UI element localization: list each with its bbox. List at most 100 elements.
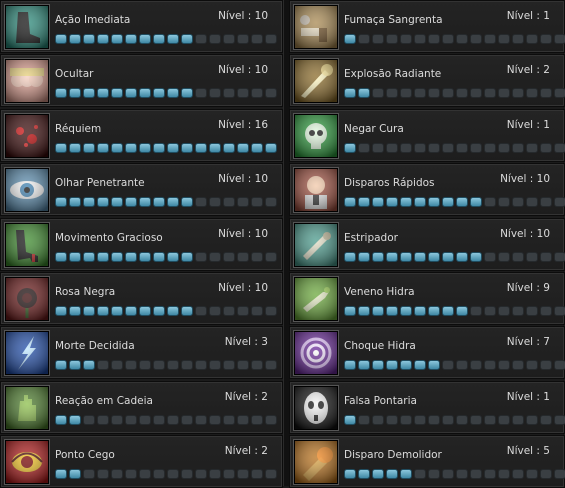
fire-bullet-icon[interactable] [294, 440, 338, 485]
skill-row[interactable]: Morte Decidida Nível : 3 [0, 326, 283, 380]
level-pip-empty [83, 414, 95, 425]
level-pip-filled [386, 251, 398, 262]
skill-row[interactable]: Disparos Rápidos Nível : 10 [289, 163, 565, 217]
skill-name: Réquiem [55, 122, 102, 135]
skill-row[interactable]: Olhar Penetrante Nível : 10 [0, 163, 283, 217]
level-pip-empty [139, 469, 151, 480]
level-pip-filled [237, 142, 249, 153]
level-pip-empty [223, 360, 235, 371]
skill-row[interactable]: Movimento Gracioso Nível : 10 [0, 217, 283, 271]
level-pip-empty [265, 34, 277, 44]
level-pip-empty [386, 142, 398, 153]
level-pip-filled [55, 197, 67, 208]
level-pip-filled [83, 34, 95, 44]
high-heel-icon[interactable] [5, 222, 49, 267]
white-mask-icon[interactable] [294, 385, 338, 430]
level-pip-filled [456, 306, 468, 316]
level-pip-empty [358, 414, 370, 425]
skill-row[interactable]: Réquiem Nível : 16 [0, 108, 283, 162]
skill-level: Nível : 16 [218, 118, 268, 131]
black-boot-icon[interactable] [5, 5, 49, 49]
skill-row[interactable]: Reação em Cadeia Nível : 2 [0, 380, 283, 434]
skill-level: Nível : 10 [500, 227, 550, 240]
level-pip-empty [414, 414, 426, 425]
skill-row[interactable]: Negar Cura Nível : 1 [289, 108, 565, 162]
red-splatter-icon[interactable] [5, 113, 49, 158]
level-pip-empty [251, 306, 263, 316]
level-pip-filled [414, 360, 426, 371]
level-pip-filled [111, 197, 123, 208]
gunman-icon[interactable] [294, 168, 338, 213]
level-pip-empty [181, 414, 193, 425]
level-pip-filled [55, 414, 67, 425]
level-pip-empty [442, 360, 454, 371]
level-pip-empty [251, 251, 263, 262]
level-pip-filled [209, 142, 221, 153]
level-pip-filled [181, 142, 193, 153]
level-pip-empty [358, 142, 370, 153]
skill-row[interactable]: Veneno Hidra Nível : 9 [289, 272, 565, 325]
skill-row[interactable]: Falsa Pontaria Nível : 1 [289, 380, 565, 434]
level-pip-empty [540, 197, 552, 208]
level-pip-filled [358, 469, 370, 480]
skill-row[interactable]: Choque Hidra Nível : 7 [289, 326, 565, 380]
level-pip-empty [414, 142, 426, 153]
level-pip-bar [55, 34, 277, 44]
level-pip-filled [470, 197, 482, 208]
skill-row[interactable]: Fumaça Sangrenta Nível : 1 [289, 0, 565, 53]
level-pip-empty [195, 197, 207, 208]
level-pip-empty [512, 34, 524, 44]
level-pip-filled [153, 34, 165, 44]
level-pip-bar [344, 469, 565, 480]
skill-name: Estripador [344, 231, 398, 244]
level-pip-filled [400, 306, 412, 316]
skill-name: Movimento Gracioso [55, 231, 163, 244]
skill-row[interactable]: Disparo Demolidor Nível : 5 [289, 435, 565, 488]
level-pip-filled [344, 88, 356, 99]
level-pip-filled [414, 306, 426, 316]
eye-icon[interactable] [5, 168, 49, 213]
level-pip-empty [125, 414, 137, 425]
level-pip-empty [456, 360, 468, 371]
smoking-gun-icon[interactable] [294, 5, 338, 49]
purple-spiral-icon[interactable] [294, 331, 338, 376]
skill-row[interactable]: Rosa Negra Nível : 10 [0, 272, 283, 325]
level-pip-empty [209, 251, 221, 262]
level-pip-empty [554, 34, 565, 44]
skill-row[interactable]: Estripador Nível : 10 [289, 217, 565, 271]
level-pip-filled [139, 34, 151, 44]
level-pip-bar [55, 142, 277, 153]
skill-row[interactable]: Explosão Radiante Nível : 2 [289, 54, 565, 108]
level-pip-empty [223, 88, 235, 99]
level-pip-empty [111, 414, 123, 425]
level-pip-empty [470, 88, 482, 99]
level-pip-filled [125, 88, 137, 99]
level-pip-empty [470, 306, 482, 316]
level-pip-empty [237, 251, 249, 262]
clone-faces-icon[interactable] [5, 59, 49, 104]
green-skull-icon[interactable] [294, 113, 338, 158]
level-pip-empty [265, 197, 277, 208]
green-hand-icon[interactable] [5, 385, 49, 430]
blue-lightning-icon[interactable] [5, 331, 49, 376]
skill-row[interactable]: Ponto Cego Nível : 2 [0, 435, 283, 488]
red-eye-icon[interactable] [5, 440, 49, 485]
level-pip-filled [55, 88, 67, 99]
skill-row[interactable]: Ação Imediata Nível : 10 [0, 0, 283, 53]
level-pip-filled [83, 142, 95, 153]
black-rose-icon[interactable] [5, 277, 49, 321]
radiant-bullet-icon[interactable] [294, 59, 338, 104]
level-pip-filled [97, 88, 109, 99]
blunderbuss-icon[interactable] [294, 222, 338, 267]
level-pip-empty [223, 414, 235, 425]
level-pip-empty [470, 34, 482, 44]
level-pip-empty [209, 88, 221, 99]
poison-gun-icon[interactable] [294, 277, 338, 321]
level-pip-filled [344, 469, 356, 480]
level-pip-filled [414, 197, 426, 208]
level-pip-empty [209, 197, 221, 208]
level-pip-filled [470, 251, 482, 262]
skill-row[interactable]: Ocultar Nível : 10 [0, 54, 283, 108]
level-pip-filled [83, 251, 95, 262]
level-pip-empty [167, 360, 179, 371]
